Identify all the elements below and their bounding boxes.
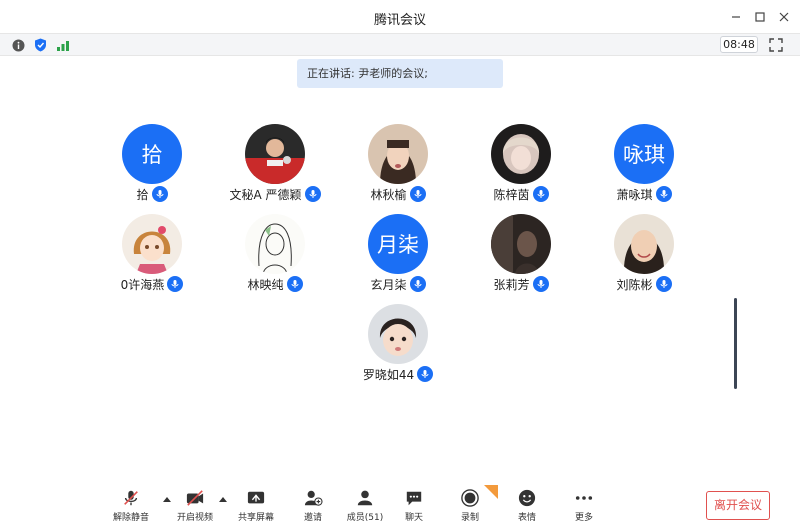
start-video-button[interactable]: 开启视频 — [171, 489, 219, 523]
mic-icon — [304, 186, 321, 202]
new-feature-badge-icon — [484, 485, 498, 499]
more-button[interactable]: 更多 — [560, 489, 608, 523]
share-screen-icon — [247, 491, 265, 504]
info-icon[interactable] — [11, 38, 25, 52]
fullscreen-icon[interactable] — [768, 37, 784, 53]
participant-name: 拾 — [136, 187, 149, 202]
mic-icon — [532, 276, 549, 292]
participant-name: 萧咏琪 — [616, 187, 653, 202]
meeting-clock: 08:48 — [720, 36, 758, 53]
avatar — [491, 214, 551, 274]
avatar — [245, 214, 305, 274]
caret-up-icon[interactable] — [219, 496, 227, 502]
shield-icon[interactable] — [33, 38, 47, 52]
chat-icon — [406, 491, 422, 506]
avatar — [368, 304, 428, 364]
participant-tile[interactable]: 张莉芳 — [460, 214, 582, 304]
mic-icon — [655, 186, 672, 202]
participant-tile[interactable]: 文秘A 严德颖 — [214, 124, 336, 214]
more-icon — [575, 496, 593, 500]
participant-name: 张莉芳 — [493, 277, 530, 292]
avatar: 拾 — [122, 124, 182, 184]
mic-muted-icon — [124, 490, 138, 506]
participant-tile[interactable]: 林映纯 — [214, 214, 336, 304]
unmute-button[interactable]: 解除静音 — [107, 489, 155, 523]
mic-icon — [532, 186, 549, 202]
chat-button[interactable]: 聊天 — [390, 489, 438, 523]
participant-tile[interactable]: 咏琪 萧咏琪 — [583, 124, 705, 214]
participant-name: 陈梓茵 — [493, 187, 530, 202]
participant-name: 文秘A 严德颖 — [229, 187, 302, 202]
leave-meeting-button[interactable]: 离开会议 — [706, 491, 770, 520]
signal-strength-icon[interactable] — [56, 38, 70, 52]
mic-icon — [409, 186, 426, 202]
participant-name: 罗晓如44 — [362, 367, 415, 382]
participant-name: 玄月柒 — [370, 277, 407, 292]
title-bar: 腾讯会议 — [0, 0, 800, 34]
chat-label: 聊天 — [404, 513, 423, 523]
avatar — [491, 124, 551, 184]
mic-icon — [167, 276, 184, 292]
avatar: 咏琪 — [614, 124, 674, 184]
share-screen-label: 共享屏幕 — [237, 513, 274, 523]
scrollbar-thumb[interactable] — [734, 298, 737, 389]
participant-tile[interactable]: 拾 拾 — [91, 124, 213, 214]
camera-off-icon — [186, 490, 204, 506]
avatar — [614, 214, 674, 274]
mic-icon — [409, 276, 426, 292]
participant-tile[interactable]: 月柒 玄月柒 — [337, 214, 459, 304]
reactions-button[interactable]: 表情 — [503, 489, 551, 523]
mic-icon — [655, 276, 672, 292]
share-screen-button[interactable]: 共享屏幕 — [232, 489, 280, 523]
meeting-info-bar: 08:48 — [0, 34, 800, 56]
invite-button[interactable]: 邀请 — [289, 489, 337, 523]
participant-tile[interactable]: 罗晓如44 — [337, 304, 459, 394]
window-title: 腾讯会议 — [373, 13, 426, 28]
participant-tile[interactable]: 陈梓茵 — [460, 124, 582, 214]
participant-tile[interactable]: 林秋榆 — [337, 124, 459, 214]
unmute-label: 解除静音 — [112, 513, 149, 523]
participant-name: 林映纯 — [247, 277, 284, 292]
members-button[interactable]: 成员(51) — [341, 489, 389, 523]
more-label: 更多 — [574, 513, 593, 523]
invite-label: 邀请 — [303, 513, 322, 523]
start-video-label: 开启视频 — [176, 513, 213, 523]
mic-icon — [417, 366, 434, 382]
reactions-label: 表情 — [517, 513, 536, 523]
participant-name: 刘陈彬 — [616, 277, 653, 292]
smile-icon — [518, 489, 536, 507]
participant-name: 0许海燕 — [120, 277, 165, 292]
members-icon — [357, 490, 373, 506]
minimize-icon[interactable] — [725, 6, 747, 28]
avatar — [368, 124, 428, 184]
caret-up-icon[interactable] — [163, 496, 171, 502]
mic-icon — [286, 276, 303, 292]
close-icon[interactable] — [773, 6, 795, 28]
avatar — [122, 214, 182, 274]
speaking-banner: 正在讲话: 尹老师的会议; — [297, 59, 503, 88]
maximize-icon[interactable] — [749, 6, 771, 28]
participant-tile[interactable]: 刘陈彬 — [583, 214, 705, 304]
mic-icon — [151, 186, 168, 202]
participant-name: 林秋榆 — [370, 187, 407, 202]
members-label: 成员(51) — [346, 513, 384, 523]
record-icon — [461, 489, 479, 507]
record-label: 录制 — [460, 513, 479, 523]
avatar: 月柒 — [368, 214, 428, 274]
avatar — [245, 124, 305, 184]
participant-tile[interactable]: 0许海燕 — [91, 214, 213, 304]
add-user-icon — [304, 490, 323, 506]
